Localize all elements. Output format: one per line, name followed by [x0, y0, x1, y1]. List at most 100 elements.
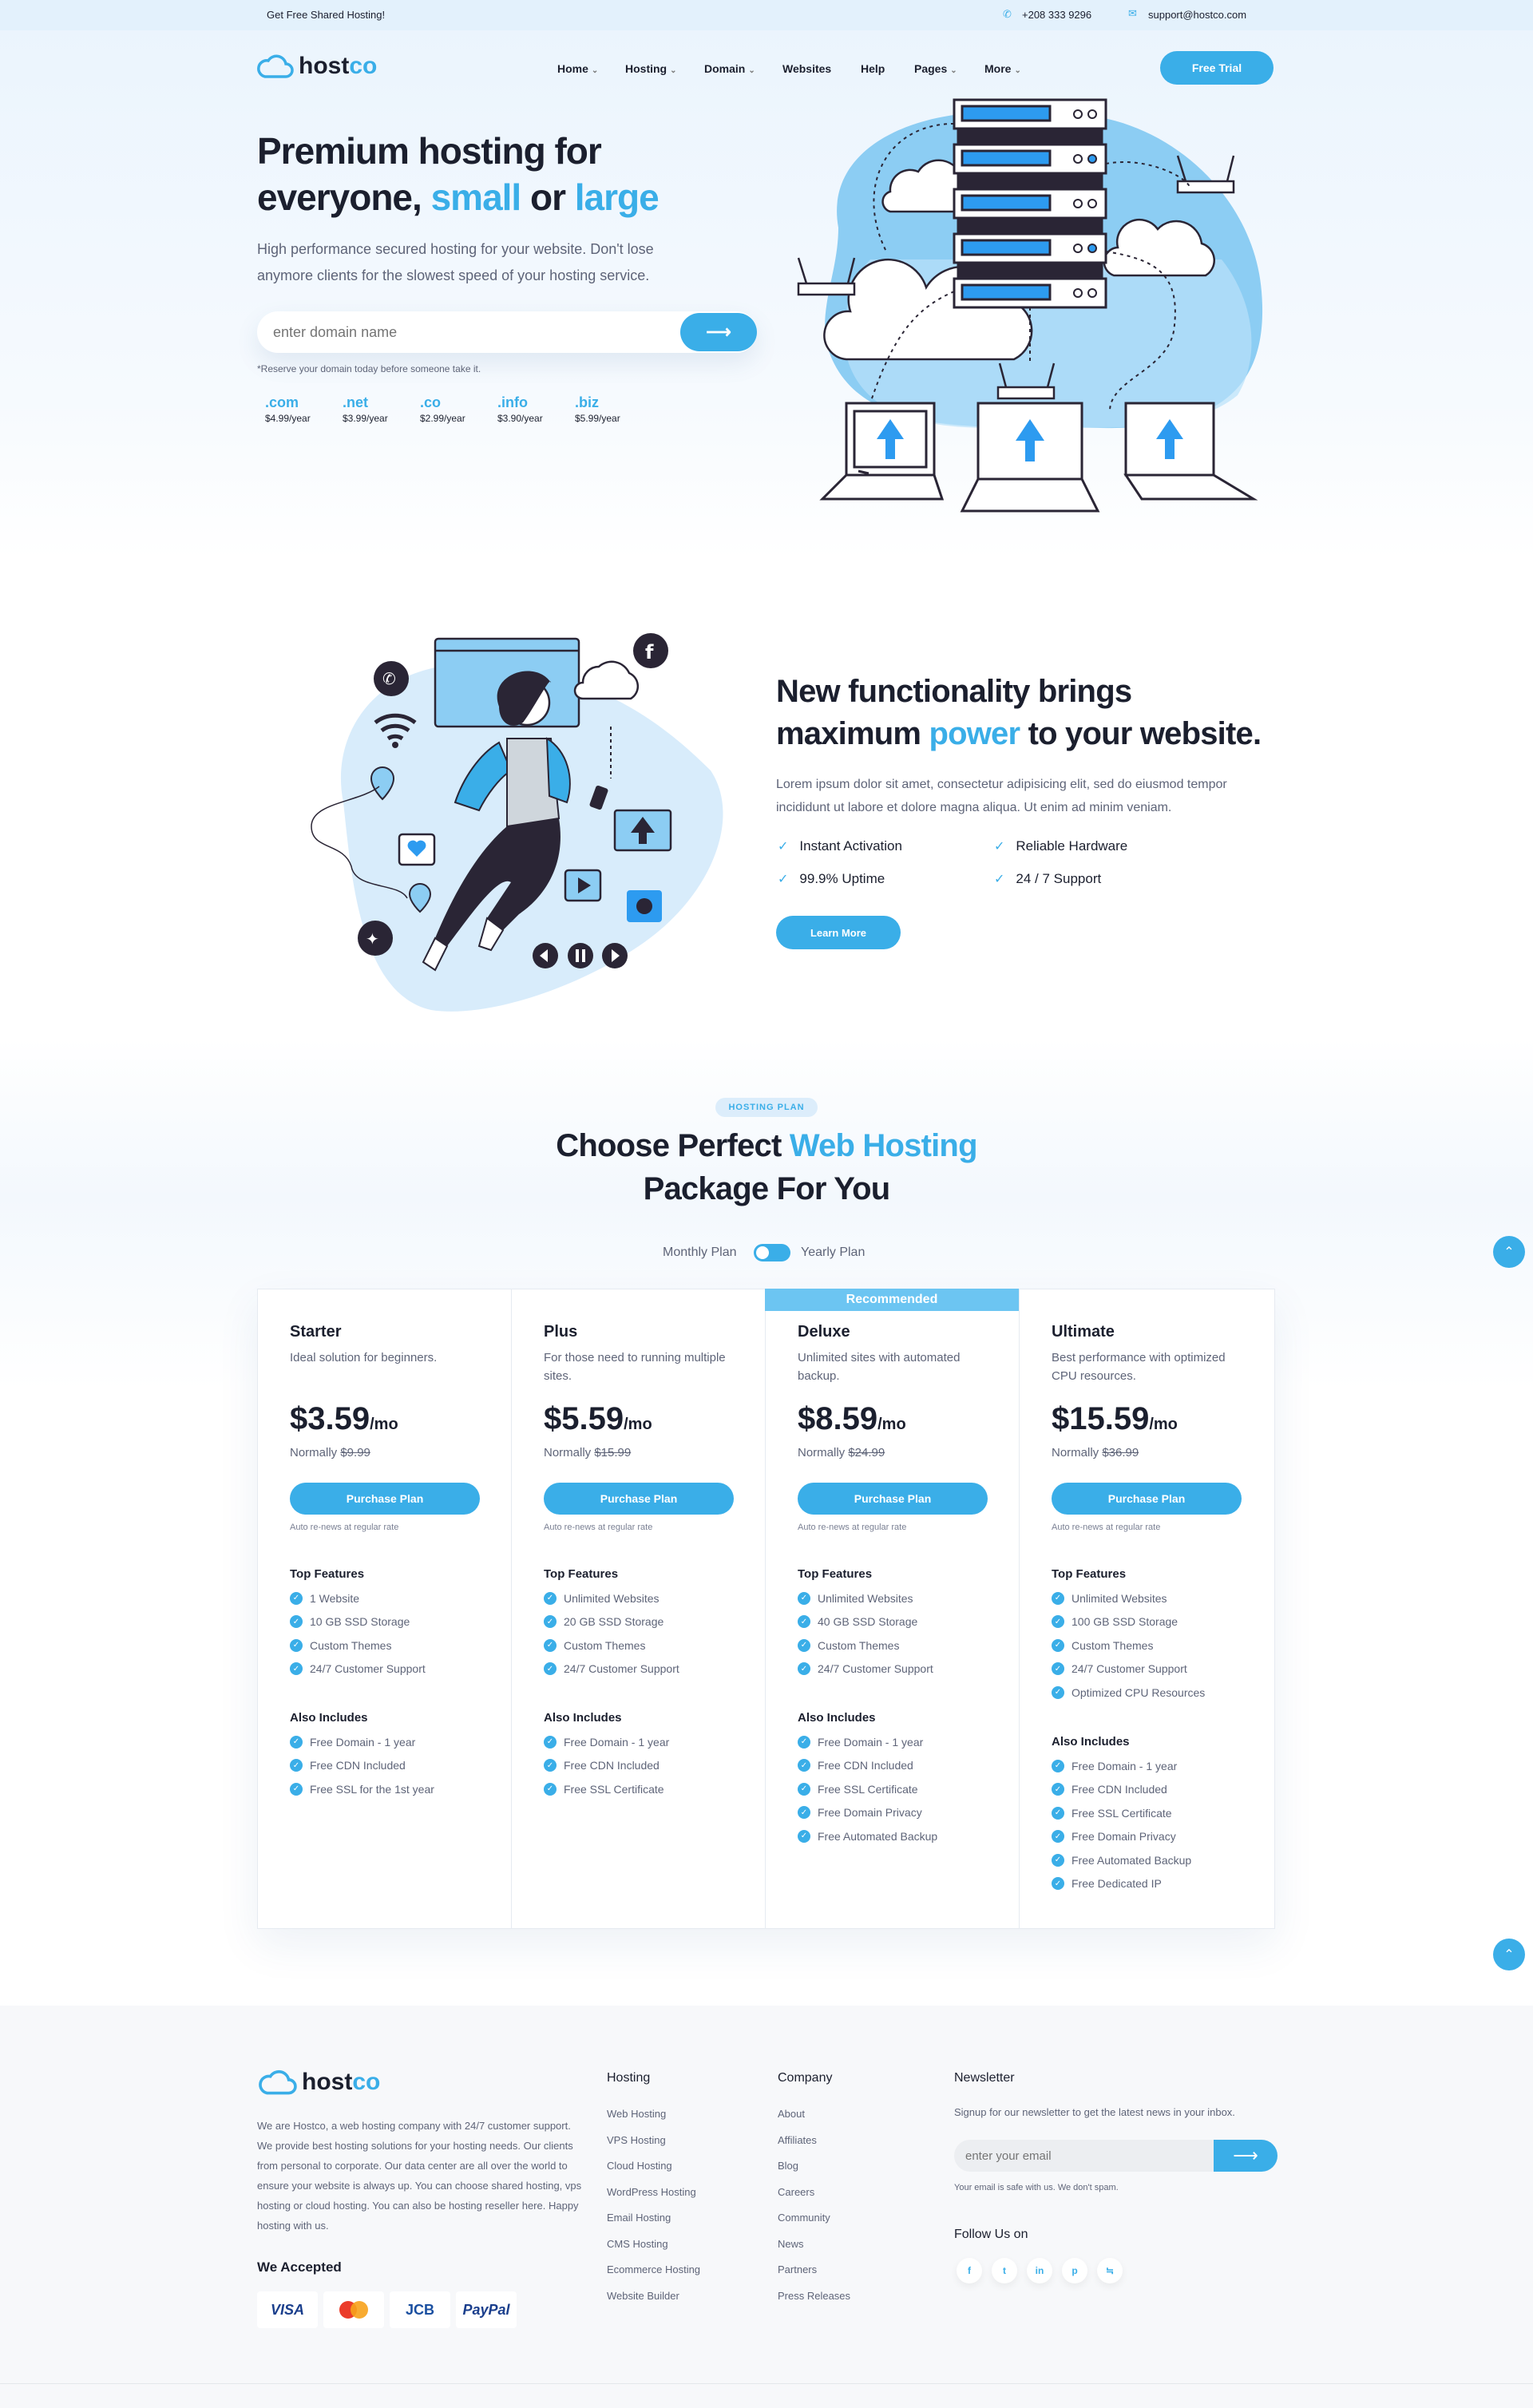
- footer-link[interactable]: Partners: [778, 2263, 850, 2290]
- list-item: ✓ Free Automated Backup: [798, 1824, 937, 1848]
- list-item: ✓ Unlimited Websites: [1052, 1586, 1205, 1610]
- newsletter-email-input[interactable]: [965, 2145, 1205, 2167]
- footer-link[interactable]: WordPress Hosting: [607, 2186, 700, 2212]
- check-icon: ✓: [1052, 1830, 1064, 1844]
- list-item: ✓ Optimized CPU Resources: [1052, 1681, 1205, 1705]
- support-email[interactable]: support@hostco.com: [1148, 9, 1246, 21]
- tld-net[interactable]: .net $3.99/year: [343, 394, 388, 424]
- scroll-top-button[interactable]: ⌃: [1493, 1939, 1525, 1970]
- plan-normal-price: Normally $36.99: [1052, 1446, 1139, 1459]
- we-accepted-label: We Accepted: [257, 2259, 342, 2275]
- nav-home[interactable]: Home ⌄: [557, 62, 598, 75]
- visa-card-icon: VISA: [257, 2291, 318, 2328]
- list-item: ✓ Free Domain Privacy: [1052, 1825, 1191, 1849]
- logo-text-host: host: [299, 53, 350, 79]
- check-icon: ✓: [544, 1782, 557, 1796]
- plan-normal-price: Normally $9.99: [290, 1446, 370, 1459]
- footer-link[interactable]: About: [778, 2108, 850, 2134]
- logo[interactable]: host co: [256, 53, 377, 80]
- footer-link[interactable]: Careers: [778, 2186, 850, 2212]
- tld-biz[interactable]: .biz $5.99/year: [575, 394, 620, 424]
- tld-co[interactable]: .co $2.99/year: [420, 394, 465, 424]
- list-item: ✓ Free SSL Certificate: [798, 1777, 937, 1801]
- check-icon: ✓: [290, 1782, 303, 1796]
- cloud-logo-icon: [259, 2069, 297, 2095]
- free-trial-button[interactable]: Free Trial: [1160, 51, 1274, 85]
- tld-info[interactable]: .info $3.90/year: [497, 394, 543, 424]
- list-item: ✓ Free CDN Included: [798, 1754, 937, 1778]
- newsletter-text: Signup for our newsletter to get the lat…: [954, 2106, 1235, 2118]
- footer-link[interactable]: News: [778, 2238, 850, 2264]
- arrow-right-icon: ⟶: [1233, 2145, 1258, 2165]
- server-network-illustration: [797, 98, 1263, 513]
- list-item: ✓ Unlimited Websites: [798, 1586, 933, 1610]
- purchase-plan-button[interactable]: Purchase Plan: [798, 1483, 988, 1515]
- purchase-plan-button[interactable]: Purchase Plan: [290, 1483, 480, 1515]
- check-icon: ✓: [1052, 1877, 1064, 1891]
- yearly-plan-label[interactable]: Yearly Plan: [801, 1246, 865, 1260]
- also-includes-list: ✓ Free Domain - 1 year ✓ Free CDN Included…: [544, 1730, 669, 1801]
- list-item: ✓ Unlimited Websites: [544, 1586, 679, 1610]
- linkedin-icon[interactable]: in: [1027, 2258, 1052, 2283]
- footer-link[interactable]: Cloud Hosting: [607, 2160, 700, 2186]
- nav-domain[interactable]: Domain ⌄: [704, 62, 755, 75]
- plan-normal-price: Normally $15.99: [544, 1446, 632, 1459]
- footer-link[interactable]: CMS Hosting: [607, 2238, 700, 2264]
- feature-uptime: ✓ 99.9% Uptime: [778, 871, 885, 886]
- follow-us-title: Follow Us on: [954, 2228, 1028, 2241]
- nav-websites[interactable]: Websites: [782, 62, 831, 75]
- feature-support: ✓ 24 / 7 Support: [994, 871, 1102, 886]
- footer-link[interactable]: Affiliates: [778, 2134, 850, 2160]
- check-icon: ✓: [798, 1591, 810, 1605]
- plan-deluxe: Deluxe Unlimited sites with automated ba…: [766, 1289, 1020, 1928]
- footer-link[interactable]: VPS Hosting: [607, 2134, 700, 2160]
- learn-more-button[interactable]: Learn More: [776, 916, 901, 949]
- facebook-icon[interactable]: f: [957, 2258, 982, 2283]
- cloud-logo-icon: [257, 54, 294, 78]
- tld-com[interactable]: .com $4.99/year: [265, 394, 311, 424]
- scroll-top-button[interactable]: ⌃: [1493, 1236, 1525, 1268]
- plan-toggle[interactable]: [754, 1244, 790, 1261]
- list-item: ✓ 20 GB SSD Storage: [544, 1610, 679, 1634]
- nav-help[interactable]: Help: [861, 62, 885, 75]
- newsletter-submit-button[interactable]: ⟶: [1214, 2140, 1278, 2172]
- footer-link[interactable]: Ecommerce Hosting: [607, 2263, 700, 2290]
- domain-search-input[interactable]: [273, 318, 672, 347]
- top-features-label: Top Features: [798, 1567, 873, 1581]
- purchase-plan-button[interactable]: Purchase Plan: [544, 1483, 734, 1515]
- svg-text:✆: ✆: [382, 669, 396, 688]
- purchase-plan-button[interactable]: Purchase Plan: [1052, 1483, 1242, 1515]
- paypal-card-icon: PayPal: [456, 2291, 517, 2328]
- plan-plus: Plus For those need to running multiple …: [512, 1289, 766, 1928]
- nav-pages[interactable]: Pages ⌄: [914, 62, 957, 75]
- footer-link[interactable]: Website Builder: [607, 2290, 700, 2316]
- logo-text-co: co: [352, 2069, 381, 2095]
- check-icon: ✓: [1052, 1591, 1064, 1605]
- footer-link[interactable]: Community: [778, 2212, 850, 2238]
- pinterest-icon[interactable]: p: [1062, 2258, 1087, 2283]
- footer-link[interactable]: Web Hosting: [607, 2108, 700, 2134]
- plan-normal-price: Normally $24.99: [798, 1446, 885, 1459]
- footer-logo[interactable]: host co: [257, 2068, 380, 2097]
- nav-more[interactable]: More ⌄: [984, 62, 1021, 75]
- monthly-plan-label[interactable]: Monthly Plan: [663, 1246, 737, 1260]
- footer-link[interactable]: Email Hosting: [607, 2212, 700, 2238]
- twitter-icon[interactable]: t: [992, 2258, 1017, 2283]
- rss-icon[interactable]: ≒: [1097, 2258, 1123, 2283]
- footer-link[interactable]: Blog: [778, 2160, 850, 2186]
- check-icon: ✓: [798, 1662, 810, 1676]
- plan-starter: Starter Ideal solution for beginners. $3…: [258, 1289, 512, 1928]
- chevron-down-icon: ⌄: [950, 66, 957, 75]
- footer-link[interactable]: Press Releases: [778, 2290, 850, 2316]
- domain-search-button[interactable]: ⟶: [680, 313, 757, 351]
- renew-note: Auto re-news at regular rate: [798, 1523, 907, 1532]
- list-item: ✓ Free CDN Included: [1052, 1778, 1191, 1802]
- check-icon: ✓: [290, 1759, 303, 1772]
- feature-reliable-hardware: ✓ Reliable Hardware: [994, 838, 1128, 853]
- check-icon: ✓: [778, 840, 789, 853]
- phone-number[interactable]: +208 333 9296: [1022, 9, 1091, 21]
- nav-hosting[interactable]: Hosting ⌄: [625, 62, 677, 75]
- features-body: Lorem ipsum dolor sit amet, consectetur …: [776, 778, 1227, 814]
- plan-desc: Unlimited sites with automated backup.: [798, 1351, 961, 1383]
- features-title: New functionality brings maximum power t…: [776, 674, 1262, 751]
